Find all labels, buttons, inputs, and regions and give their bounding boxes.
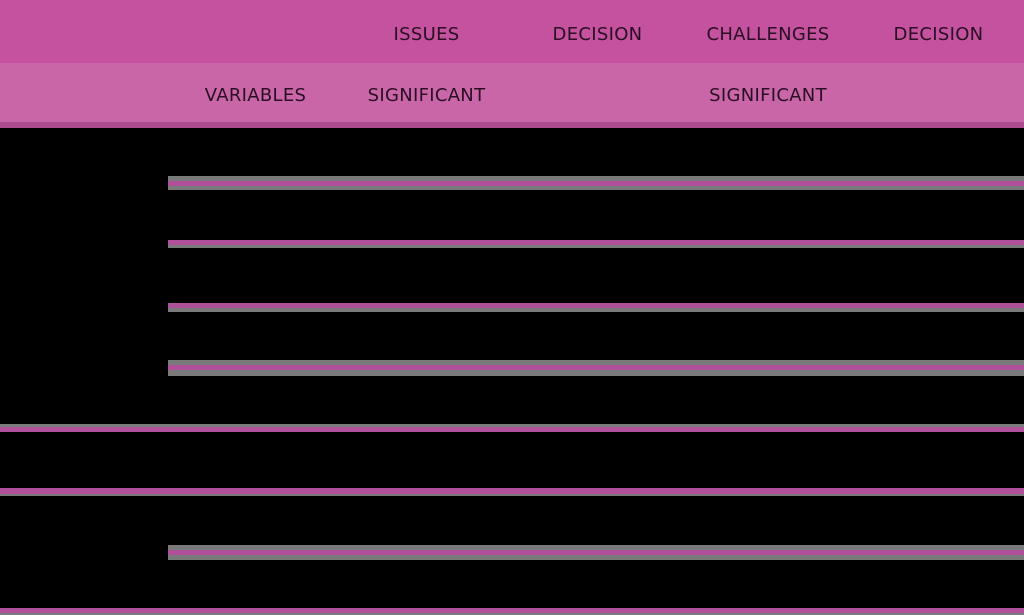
row-divider bbox=[0, 488, 1024, 496]
row-divider bbox=[0, 608, 1024, 615]
row-divider bbox=[168, 303, 1024, 312]
header-cell-challenges: CHALLENGES bbox=[706, 24, 830, 45]
table-header-row-1: ISSUES DECISION CHALLENGES DECISION bbox=[0, 0, 1024, 63]
header-cell-variables: VARIABLES bbox=[204, 85, 307, 106]
row-divider bbox=[0, 424, 1024, 432]
row-divider bbox=[168, 176, 1024, 190]
header-cell-decision-1: DECISION bbox=[552, 24, 643, 45]
table-header-row-2: VARIABLES SIGNIFICANT SIGNIFICANT bbox=[0, 63, 1024, 122]
header-cell-significant-2: SIGNIFICANT bbox=[709, 85, 827, 106]
row-divider bbox=[168, 360, 1024, 376]
header-cell-issues: ISSUES bbox=[393, 24, 460, 45]
header-cell-significant-1: SIGNIFICANT bbox=[367, 85, 486, 106]
row-divider bbox=[168, 545, 1024, 560]
header-cell-decision-2: DECISION bbox=[893, 24, 984, 45]
row-divider bbox=[168, 240, 1024, 248]
